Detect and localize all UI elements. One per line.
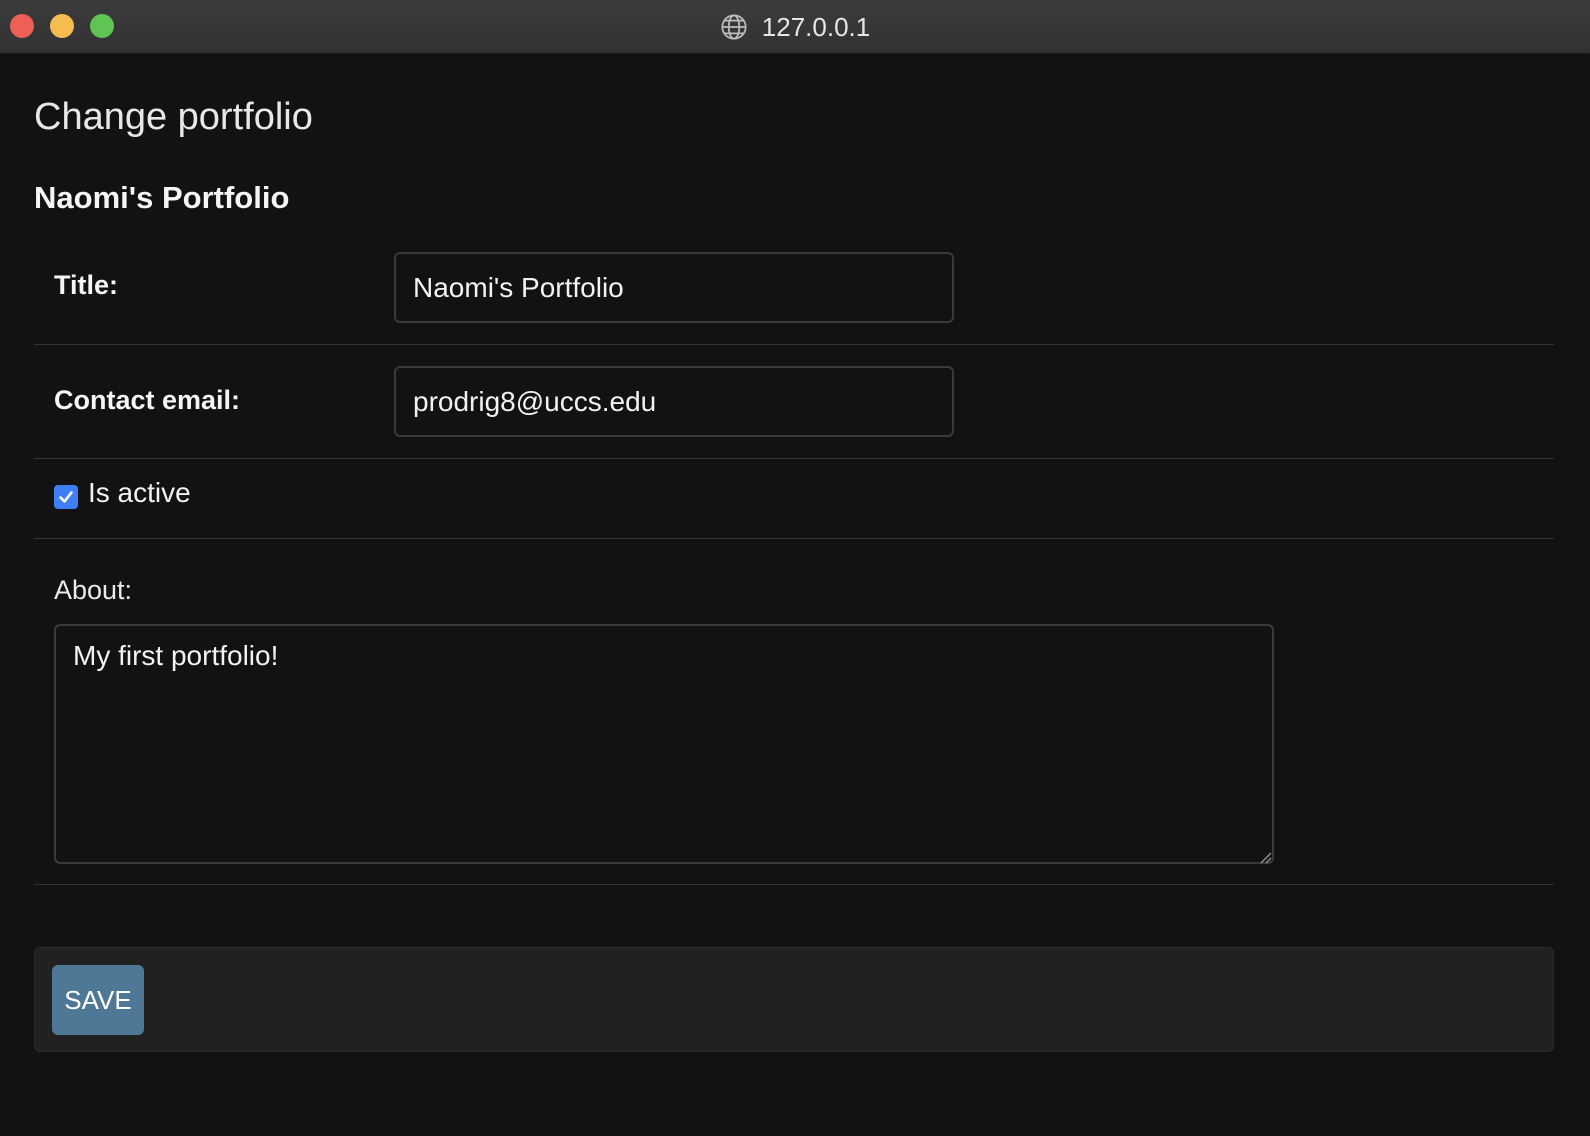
about-textarea[interactable]: My first portfolio! <box>54 624 1274 864</box>
is-active-label[interactable]: Is active <box>88 477 191 509</box>
submit-row: SAVE <box>34 947 1554 1052</box>
globe-icon <box>721 14 747 40</box>
checkmark-icon <box>59 491 73 503</box>
about-form-row: About: My first portfolio! <box>34 539 1554 885</box>
page-title: Change portfolio <box>34 96 313 138</box>
about-label: About: <box>54 575 133 605</box>
title-input[interactable] <box>394 252 954 323</box>
address-display: 127.0.0.1 <box>0 10 1590 44</box>
contact-email-input[interactable] <box>394 366 954 437</box>
resize-grip-icon[interactable] <box>1258 850 1272 864</box>
address-text: 127.0.0.1 <box>761 11 871 42</box>
form-heading: Naomi's Portfolio <box>34 180 290 215</box>
contact-email-form-row: Contact email: <box>34 345 1554 459</box>
window-titlebar: 127.0.0.1 <box>0 0 1590 54</box>
title-label: Title: <box>54 270 119 300</box>
is-active-form-row: Is active <box>34 459 1554 539</box>
save-button[interactable]: SAVE <box>52 965 144 1035</box>
is-active-checkbox[interactable] <box>54 485 78 509</box>
title-form-row: Title: <box>34 232 1554 345</box>
contact-email-label: Contact email: <box>54 385 241 415</box>
